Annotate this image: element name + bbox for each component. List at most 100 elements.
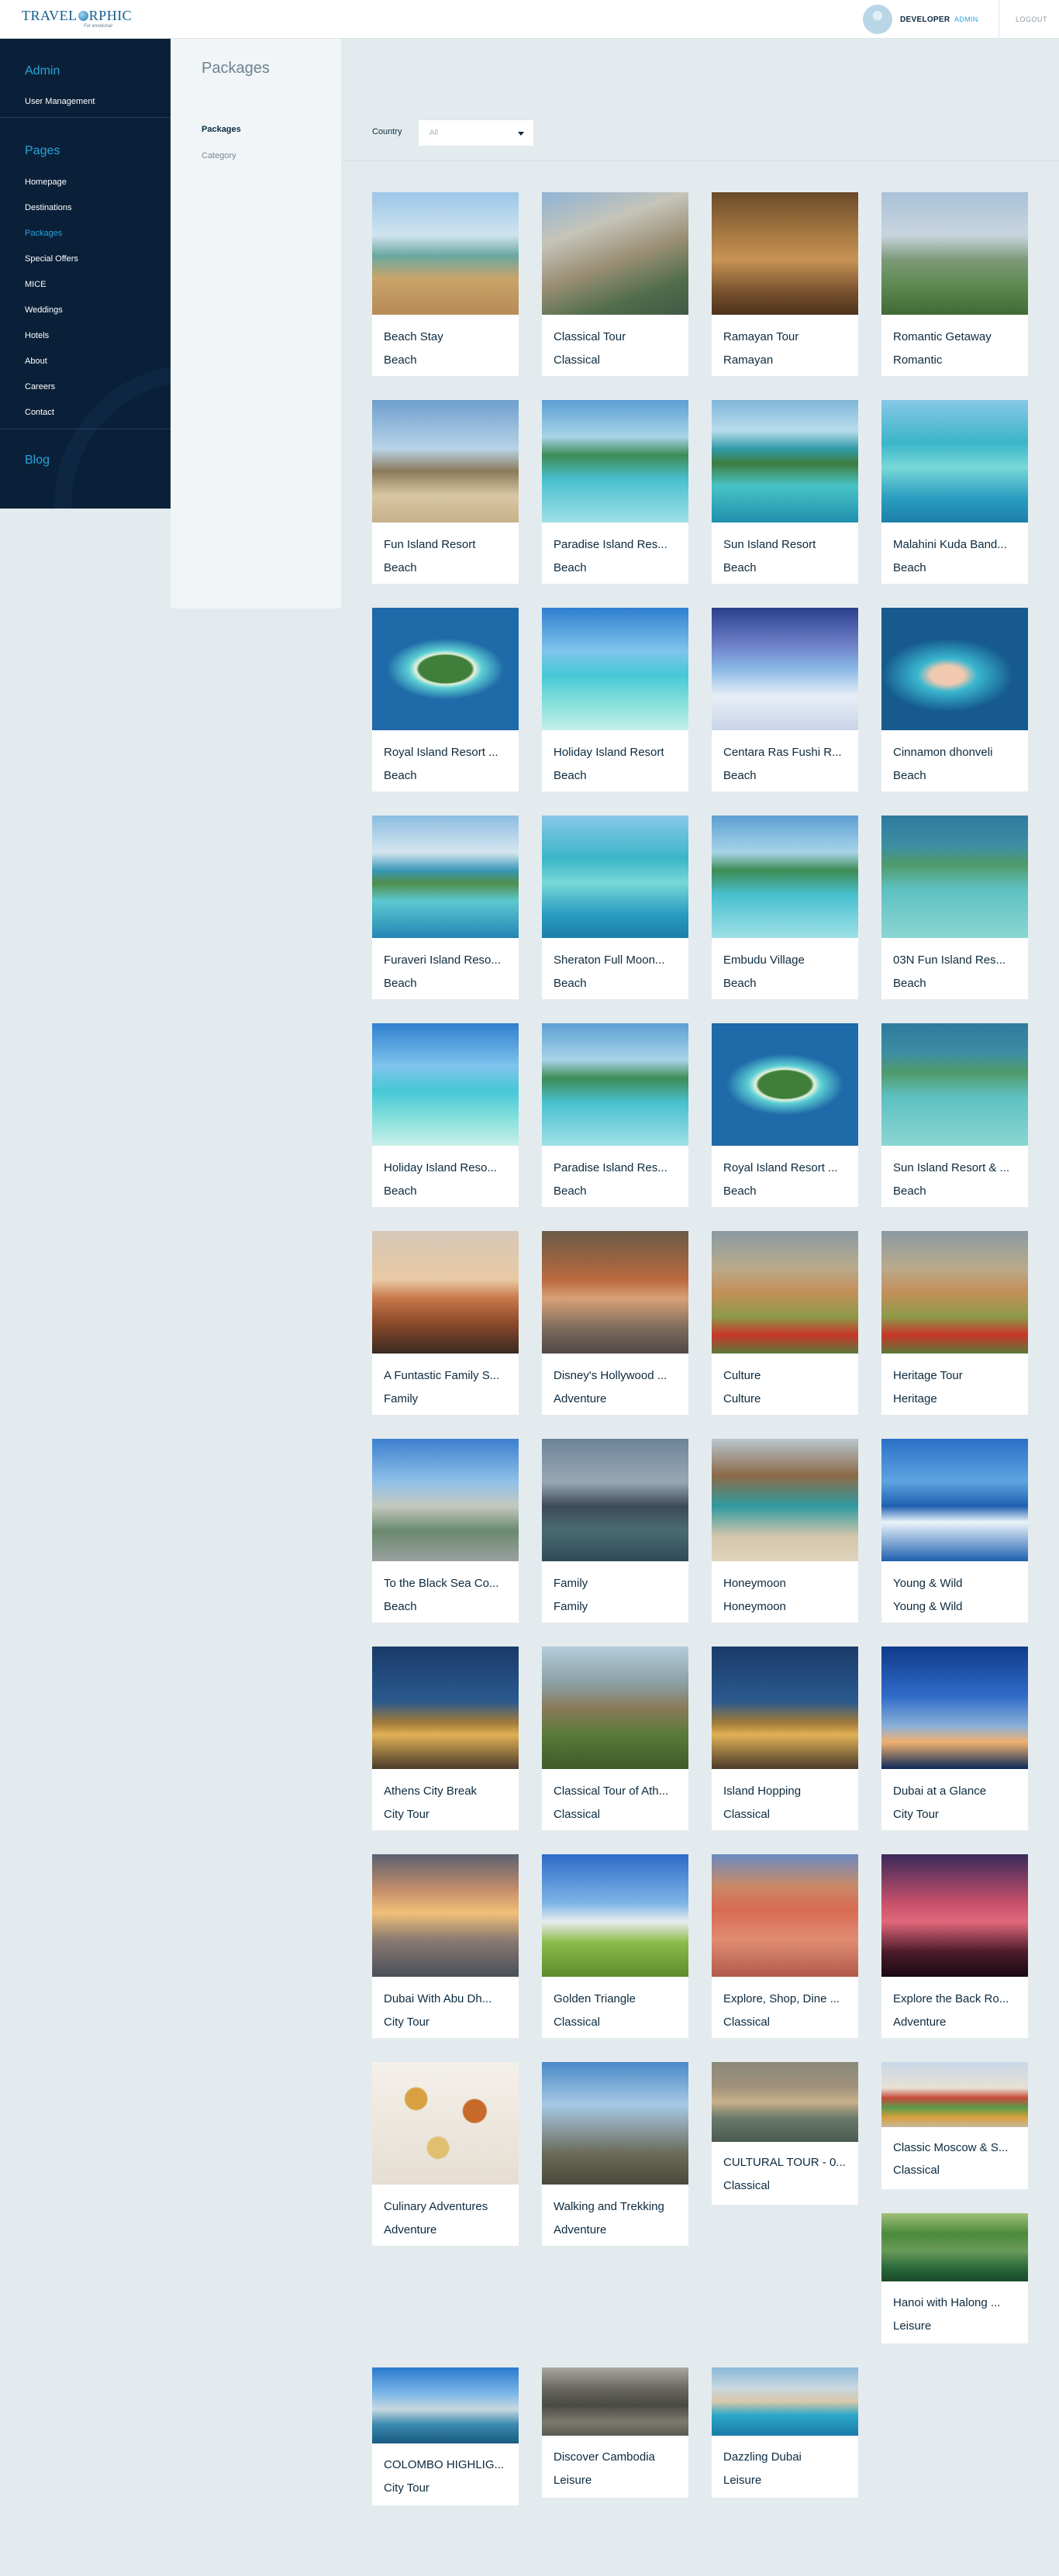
- package-title: Young & Wild: [893, 1577, 963, 1590]
- package-card[interactable]: Walking and Trekking Adventure: [542, 2062, 688, 2246]
- package-card[interactable]: Fun Island Resort Beach: [372, 400, 519, 584]
- package-card[interactable]: Beach Stay Beach: [372, 192, 519, 376]
- package-card[interactable]: Classical Tour of Ath... Classical: [542, 1647, 688, 1830]
- package-title: Family: [554, 1577, 588, 1590]
- package-card[interactable]: Classical Tour Classical: [542, 192, 688, 376]
- package-category: Beach: [554, 561, 587, 574]
- package-card[interactable]: Dubai at a Glance City Tour: [881, 1647, 1028, 1830]
- package-title: Paradise Island Res...: [554, 1161, 667, 1174]
- sidebar-item-weddings[interactable]: Weddings: [25, 305, 63, 315]
- package-card[interactable]: Honeymoon Honeymoon: [712, 1439, 858, 1623]
- package-title: Sun Island Resort: [723, 538, 816, 551]
- sidebar-heading-blog[interactable]: Blog: [25, 453, 50, 467]
- package-card[interactable]: Royal Island Resort ... Beach: [372, 608, 519, 791]
- package-card[interactable]: A Funtastic Family S... Family: [372, 1231, 519, 1415]
- package-card[interactable]: CULTURAL TOUR - 0... Classical: [712, 2062, 858, 2205]
- package-category: Beach: [893, 769, 926, 782]
- package-card[interactable]: Discover Cambodia Leisure: [542, 2367, 688, 2498]
- package-card[interactable]: To the Black Sea Co... Beach: [372, 1439, 519, 1623]
- user-role: ADMIN: [954, 16, 978, 23]
- package-card[interactable]: Hanoi with Halong ... Leisure: [881, 2213, 1028, 2343]
- package-card[interactable]: Young & Wild Young & Wild: [881, 1439, 1028, 1623]
- package-card[interactable]: Culture Culture: [712, 1231, 858, 1415]
- sidebar-item-contact[interactable]: Contact: [25, 408, 54, 417]
- sidebar-item-packages[interactable]: Packages: [25, 229, 62, 238]
- package-image: [712, 1854, 858, 1977]
- package-card[interactable]: Heritage Tour Heritage: [881, 1231, 1028, 1415]
- package-title: Royal Island Resort ...: [384, 746, 498, 759]
- sidebar-item-homepage[interactable]: Homepage: [25, 178, 67, 187]
- package-card[interactable]: Athens City Break City Tour: [372, 1647, 519, 1830]
- package-card[interactable]: Classic Moscow & S... Classical: [881, 2062, 1028, 2189]
- package-title: Royal Island Resort ...: [723, 1161, 838, 1174]
- package-card[interactable]: Explore the Back Ro... Adventure: [881, 1854, 1028, 2038]
- package-card[interactable]: Royal Island Resort ... Beach: [712, 1023, 858, 1207]
- package-image: [372, 608, 519, 730]
- package-image: [881, 2062, 1028, 2127]
- package-title: Dubai at a Glance: [893, 1785, 987, 1798]
- sidebar-item-careers[interactable]: Careers: [25, 382, 55, 391]
- package-image: [712, 192, 858, 315]
- user-avatar[interactable]: [863, 5, 892, 34]
- package-card[interactable]: Culinary Adventures Adventure: [372, 2062, 519, 2246]
- package-category: Adventure: [384, 2223, 437, 2236]
- package-title: Classical Tour: [554, 330, 626, 343]
- package-category: Beach: [893, 977, 926, 990]
- package-category: Beach: [723, 561, 757, 574]
- package-image: [712, 1439, 858, 1561]
- package-card[interactable]: Island Hopping Classical: [712, 1647, 858, 1830]
- sidebar-item-about[interactable]: About: [25, 357, 47, 366]
- package-title: To the Black Sea Co...: [384, 1577, 499, 1590]
- package-card[interactable]: Disney's Hollywood ... Adventure: [542, 1231, 688, 1415]
- logo[interactable]: TRAVEL RPHIC: [22, 8, 132, 24]
- package-card[interactable]: Sheraton Full Moon... Beach: [542, 816, 688, 999]
- sidebar-item-special-offers[interactable]: Special Offers: [25, 254, 78, 264]
- package-card[interactable]: Centara Ras Fushi R... Beach: [712, 608, 858, 791]
- package-card[interactable]: Paradise Island Res... Beach: [542, 400, 688, 584]
- package-image: [712, 608, 858, 730]
- package-title: Island Hopping: [723, 1785, 802, 1798]
- package-title: Romantic Getaway: [893, 330, 992, 343]
- package-image: [372, 2367, 519, 2443]
- sidebar-item-destinations[interactable]: Destinations: [25, 203, 72, 212]
- package-card[interactable]: Holiday Island Reso... Beach: [372, 1023, 519, 1207]
- package-card[interactable]: Dazzling Dubai Leisure: [712, 2367, 858, 2498]
- package-image: [881, 192, 1028, 315]
- package-card[interactable]: Cinnamon dhonveli Beach: [881, 608, 1028, 791]
- package-card[interactable]: Embudu Village Beach: [712, 816, 858, 999]
- package-image: [712, 1647, 858, 1769]
- subnav-item-packages[interactable]: Packages: [202, 125, 241, 134]
- sidebar-item-mice[interactable]: MICE: [25, 280, 47, 289]
- logout-link[interactable]: LOGOUT: [1016, 16, 1047, 23]
- package-card[interactable]: Ramayan Tour Ramayan: [712, 192, 858, 376]
- package-image: [542, 192, 688, 315]
- package-card[interactable]: Sun Island Resort & ... Beach: [881, 1023, 1028, 1207]
- subnav-item-category[interactable]: Category: [202, 151, 236, 160]
- package-card[interactable]: Dubai With Abu Dh... City Tour: [372, 1854, 519, 2038]
- package-card[interactable]: Holiday Island Resort Beach: [542, 608, 688, 791]
- package-title: Discover Cambodia: [554, 2450, 655, 2464]
- package-title: Paradise Island Res...: [554, 538, 667, 551]
- sidebar-heading-pages[interactable]: Pages: [25, 144, 60, 158]
- sidebar-item-hotels[interactable]: Hotels: [25, 331, 49, 340]
- package-card[interactable]: Furaveri Island Reso... Beach: [372, 816, 519, 999]
- sidebar-item-user-management[interactable]: User Management: [25, 97, 95, 106]
- sidebar-heading-admin[interactable]: Admin: [25, 64, 60, 78]
- package-card[interactable]: Malahini Kuda Band... Beach: [881, 400, 1028, 584]
- package-card[interactable]: Family Family: [542, 1439, 688, 1623]
- package-card[interactable]: Romantic Getaway Romantic: [881, 192, 1028, 376]
- package-card[interactable]: Golden Triangle Classical: [542, 1854, 688, 2038]
- package-category: Beach: [554, 769, 587, 782]
- package-card[interactable]: 03N Fun Island Res... Beach: [881, 816, 1028, 999]
- logo-suffix: RPHIC: [88, 8, 133, 23]
- country-select[interactable]: All: [418, 119, 534, 147]
- package-image: [542, 1231, 688, 1354]
- package-image: [712, 2062, 858, 2142]
- package-card[interactable]: Paradise Island Res... Beach: [542, 1023, 688, 1207]
- package-category: Adventure: [554, 1392, 607, 1405]
- package-card[interactable]: Explore, Shop, Dine ... Classical: [712, 1854, 858, 2038]
- user-name: DEVELOPER: [900, 16, 950, 24]
- package-card[interactable]: Sun Island Resort Beach: [712, 400, 858, 584]
- package-image: [372, 2062, 519, 2185]
- package-card[interactable]: COLOMBO HIGHLIG... City Tour: [372, 2367, 519, 2505]
